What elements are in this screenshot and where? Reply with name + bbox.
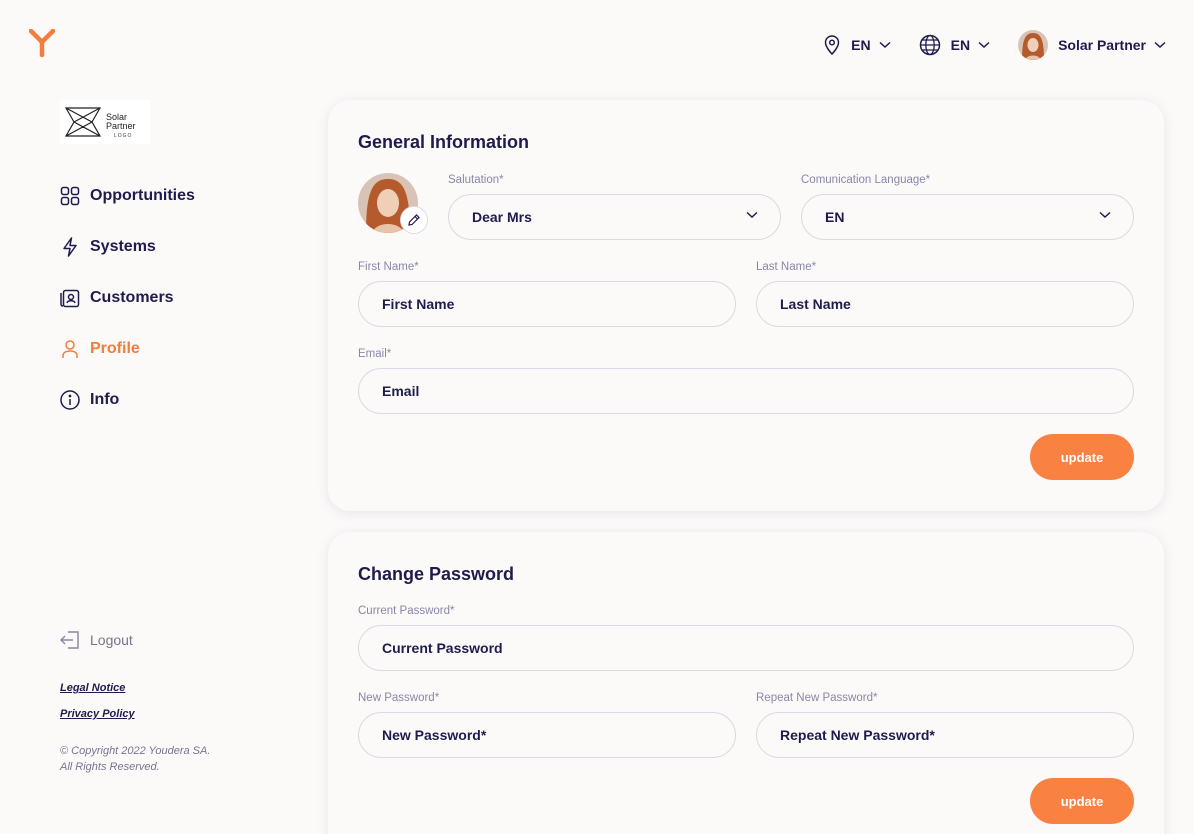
current-password-input[interactable]: Current Password	[358, 625, 1134, 671]
general-information-card: General Information Salutation* Dear Mrs…	[328, 100, 1164, 511]
location-label: EN	[851, 37, 871, 53]
new-password-input[interactable]: New Password*	[358, 712, 736, 758]
current-password-label: Current Password*	[358, 605, 455, 617]
user-avatar	[1018, 30, 1049, 60]
copyright-text: © Copyright 2022 Youdera SA. All Rights …	[60, 743, 260, 775]
partner-logo-mark-icon	[64, 107, 102, 137]
logout-button[interactable]: Logout	[60, 630, 133, 650]
sidebar-item-label: Profile	[90, 340, 140, 357]
pencil-icon	[408, 214, 420, 226]
partner-logo: Solar Partner LOGO	[60, 100, 150, 144]
partner-logo-line2: Partner	[106, 121, 136, 131]
chevron-down-icon	[1154, 41, 1166, 49]
repeat-password-label: Repeat New Password*	[756, 692, 878, 704]
communication-language-label: Comunication Language*	[801, 174, 931, 186]
location-selector[interactable]: EN	[823, 35, 891, 55]
last-name-label: Last Name*	[756, 261, 817, 273]
chevron-down-icon	[746, 211, 758, 219]
lightning-icon	[60, 237, 80, 257]
language-label: EN	[950, 37, 971, 53]
sidebar-item-opportunities[interactable]: Opportunities	[60, 184, 195, 208]
salutation-select[interactable]: Dear Mrs	[448, 194, 781, 240]
sidebar-item-customers[interactable]: Customers	[60, 286, 195, 310]
new-password-label: New Password*	[358, 692, 440, 704]
sidebar-item-info[interactable]: Info	[60, 388, 195, 412]
language-selector[interactable]: EN	[919, 34, 990, 56]
partner-logo-sub: LOGO	[114, 133, 133, 139]
sidebar-item-label: Info	[90, 391, 120, 408]
sidebar-item-profile[interactable]: Profile	[60, 337, 195, 361]
info-icon	[60, 390, 80, 410]
communication-language-value: EN	[825, 209, 845, 225]
sidebar-nav: Opportunities Systems Customers Profile …	[60, 184, 195, 439]
sidebar-item-systems[interactable]: Systems	[60, 235, 195, 259]
globe-icon	[919, 34, 940, 56]
grid-icon	[60, 186, 80, 206]
first-name-input[interactable]: First Name	[358, 281, 736, 327]
user-name: Solar Partner	[1058, 37, 1146, 53]
privacy-policy-link[interactable]: Privacy Policy	[60, 708, 135, 720]
logout-icon	[60, 631, 79, 649]
user-menu[interactable]: Solar Partner	[1018, 30, 1166, 60]
change-password-title: Change Password	[358, 564, 515, 584]
update-password-button[interactable]: update	[1030, 778, 1134, 824]
general-information-title: General Information	[358, 132, 530, 152]
change-password-card: Change Password Current Password* Curren…	[328, 532, 1164, 834]
chevron-down-icon	[978, 41, 990, 49]
copyright-line-1: © Copyright 2022 Youdera SA.	[60, 745, 211, 757]
communication-language-select[interactable]: EN	[801, 194, 1134, 240]
copyright-line-2: All Rights Reserved.	[60, 761, 160, 773]
top-bar: EN EN Solar Partner	[823, 30, 1166, 60]
sidebar-item-label: Customers	[90, 289, 174, 306]
sidebar: Solar Partner LOGO Opportunities Systems	[0, 90, 300, 834]
sidebar-item-label: Opportunities	[90, 187, 195, 204]
salutation-value: Dear Mrs	[472, 209, 532, 225]
contact-card-icon	[60, 288, 80, 308]
salutation-label: Salutation*	[448, 174, 504, 186]
email-label: Email*	[358, 348, 392, 360]
legal-notice-link[interactable]: Legal Notice	[60, 682, 125, 694]
chevron-down-icon	[1099, 211, 1111, 219]
update-general-button[interactable]: update	[1030, 434, 1134, 480]
map-pin-icon	[824, 35, 840, 55]
sidebar-item-label: Systems	[90, 238, 156, 255]
user-icon	[60, 339, 80, 359]
first-name-label: First Name*	[358, 261, 419, 273]
youdera-logo-icon[interactable]	[29, 29, 55, 57]
email-input[interactable]: Email	[358, 368, 1134, 414]
repeat-password-input[interactable]: Repeat New Password*	[756, 712, 1134, 758]
logout-label: Logout	[90, 632, 133, 648]
chevron-down-icon	[879, 41, 891, 49]
last-name-input[interactable]: Last Name	[756, 281, 1134, 327]
edit-avatar-button[interactable]	[400, 206, 428, 234]
